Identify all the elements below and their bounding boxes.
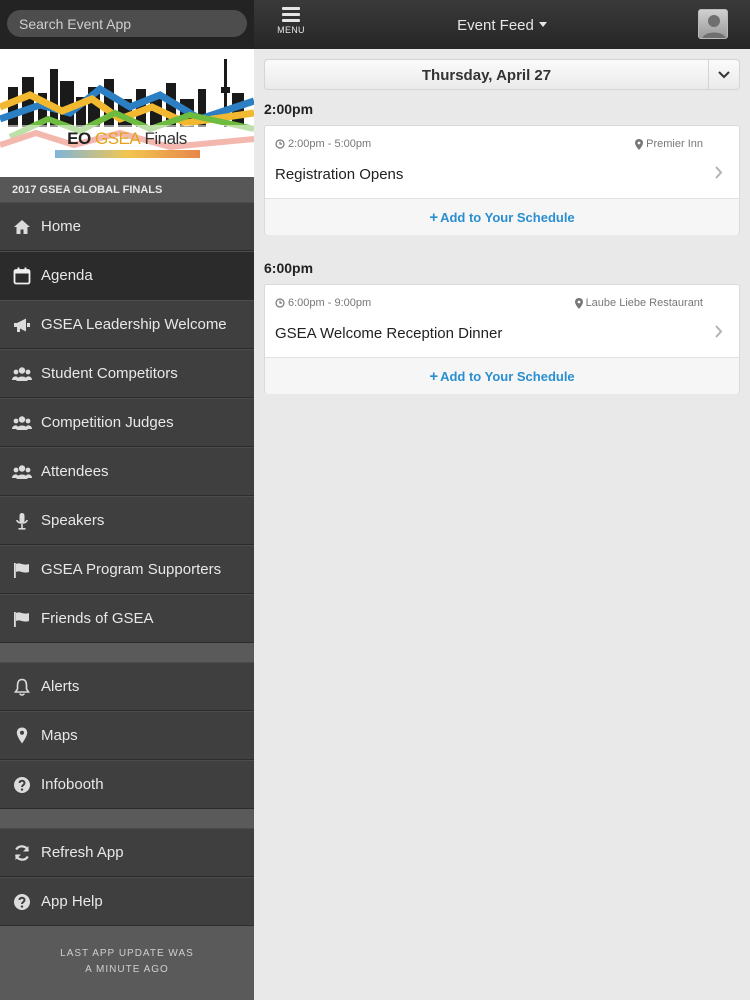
sidebar-item-label: Competition Judges <box>41 414 174 431</box>
session-title[interactable]: Registration Opens <box>275 166 403 183</box>
session-meta: 6:00pm - 9:00pm Laube Liebe Restaurant <box>275 297 703 311</box>
sidebar-item-infobooth[interactable]: Infobooth <box>0 760 254 809</box>
tools-navigation: Alerts Maps Infobooth <box>0 662 254 809</box>
sidebar-item-attendees[interactable]: Attendees <box>0 447 254 496</box>
calendar-icon <box>12 266 32 286</box>
map-pin-icon <box>574 297 583 309</box>
search-bar <box>0 0 254 49</box>
session-location: Premier Inn <box>635 138 703 150</box>
group-icon <box>12 462 32 482</box>
main-navigation: Home Agenda GSEA Leadership Welcome Student… <box>0 202 254 643</box>
flag-icon <box>12 609 32 629</box>
event-banner: EO GSEA Finals <box>0 49 254 177</box>
add-to-schedule-button[interactable]: + Add to Your Schedule <box>265 199 739 235</box>
last-update-note: LAST APP UPDATE WAS A MINUTE AGO <box>0 926 254 1000</box>
chevron-right-icon[interactable] <box>715 166 723 179</box>
last-update-line-1: LAST APP UPDATE WAS <box>60 948 194 959</box>
nav-separator <box>0 643 254 662</box>
session-card: 2:00pm - 5:00pm Premier Inn Registration… <box>264 125 740 235</box>
session-meta: 2:00pm - 5:00pm Premier Inn <box>275 138 703 152</box>
sidebar-item-home[interactable]: Home <box>0 202 254 251</box>
sidebar-item-agenda[interactable]: Agenda <box>0 251 254 300</box>
session-time: 2:00pm - 5:00pm <box>275 138 371 150</box>
sidebar-item-gsea-leadership-welcome[interactable]: GSEA Leadership Welcome <box>0 300 254 349</box>
bell-icon <box>12 677 32 697</box>
chevron-down-icon <box>718 70 730 78</box>
plus-icon: + <box>429 209 439 226</box>
event-feed-dropdown[interactable]: Event Feed <box>254 17 750 34</box>
microphone-icon <box>12 511 32 531</box>
sidebar-item-alerts[interactable]: Alerts <box>0 662 254 711</box>
sidebar-item-label: Infobooth <box>41 776 104 793</box>
sidebar-item-label: App Help <box>41 893 103 910</box>
chevron-right-icon[interactable] <box>715 325 723 338</box>
sidebar-item-maps[interactable]: Maps <box>0 711 254 760</box>
sidebar-item-label: Speakers <box>41 512 105 529</box>
session-location: Laube Liebe Restaurant <box>574 297 703 309</box>
clock-icon <box>275 298 285 308</box>
megaphone-icon <box>12 315 32 335</box>
question-icon <box>12 775 32 795</box>
home-icon <box>12 217 32 237</box>
sidebar-item-label: Refresh App <box>41 844 124 861</box>
logo-strip <box>55 150 200 158</box>
sidebar: EO GSEA Finals 2017 GSEA GLOBAL FINALS H… <box>0 0 254 1000</box>
question-icon <box>12 892 32 912</box>
session-time: 6:00pm - 9:00pm <box>275 297 371 309</box>
event-name-header: 2017 GSEA GLOBAL FINALS <box>0 177 254 202</box>
sidebar-item-app-help[interactable]: App Help <box>0 877 254 926</box>
sidebar-item-label: GSEA Leadership Welcome <box>41 316 227 333</box>
sidebar-item-label: Agenda <box>41 267 93 284</box>
time-heading: 6:00pm <box>264 260 314 276</box>
sidebar-item-friends-of-gsea[interactable]: Friends of GSEA <box>0 594 254 643</box>
event-feed-title: Event Feed <box>457 17 534 34</box>
nav-separator <box>0 809 254 828</box>
map-pin-icon <box>12 726 32 746</box>
map-pin-icon <box>635 138 644 150</box>
session-card: 6:00pm - 9:00pm Laube Liebe Restaurant G… <box>264 284 740 394</box>
session-title[interactable]: GSEA Welcome Reception Dinner <box>275 325 502 342</box>
group-icon <box>12 413 32 433</box>
event-logo: EO GSEA Finals <box>67 129 187 148</box>
sidebar-item-label: Student Competitors <box>41 365 178 382</box>
sidebar-item-competition-judges[interactable]: Competition Judges <box>0 398 254 447</box>
clock-icon <box>275 139 285 149</box>
sidebar-item-label: GSEA Program Supporters <box>41 561 222 578</box>
sidebar-item-speakers[interactable]: Speakers <box>0 496 254 545</box>
sidebar-item-label: Friends of GSEA <box>41 610 154 627</box>
last-update-line-2: A MINUTE AGO <box>85 964 169 975</box>
app-navigation: Refresh App App Help <box>0 828 254 926</box>
top-bar: MENU Event Feed <box>254 0 750 49</box>
caret-down-icon <box>538 21 547 27</box>
search-input[interactable] <box>7 10 247 37</box>
plus-icon: + <box>429 368 439 385</box>
add-to-schedule-button[interactable]: + Add to Your Schedule <box>265 358 739 394</box>
date-selector[interactable]: Thursday, April 27 <box>264 59 740 90</box>
sidebar-item-label: Alerts <box>41 678 80 695</box>
refresh-icon <box>12 843 32 863</box>
flag-icon <box>12 560 32 580</box>
date-label: Thursday, April 27 <box>421 67 552 84</box>
sidebar-item-label: Attendees <box>41 463 109 480</box>
sidebar-item-gsea-program-supporters[interactable]: GSEA Program Supporters <box>0 545 254 594</box>
group-icon <box>12 364 32 384</box>
sidebar-item-student-competitors[interactable]: Student Competitors <box>0 349 254 398</box>
agenda-panel: Thursday, April 27 2:00pm 2:00pm - 5:00p… <box>254 49 750 1000</box>
date-dropdown-toggle[interactable] <box>708 60 739 89</box>
time-heading: 2:00pm <box>264 101 314 117</box>
sidebar-item-label: Maps <box>41 727 78 744</box>
user-avatar[interactable] <box>698 9 728 39</box>
sidebar-item-label: Home <box>41 218 82 235</box>
user-silhouette-icon <box>702 15 726 38</box>
sidebar-item-refresh-app[interactable]: Refresh App <box>0 828 254 877</box>
